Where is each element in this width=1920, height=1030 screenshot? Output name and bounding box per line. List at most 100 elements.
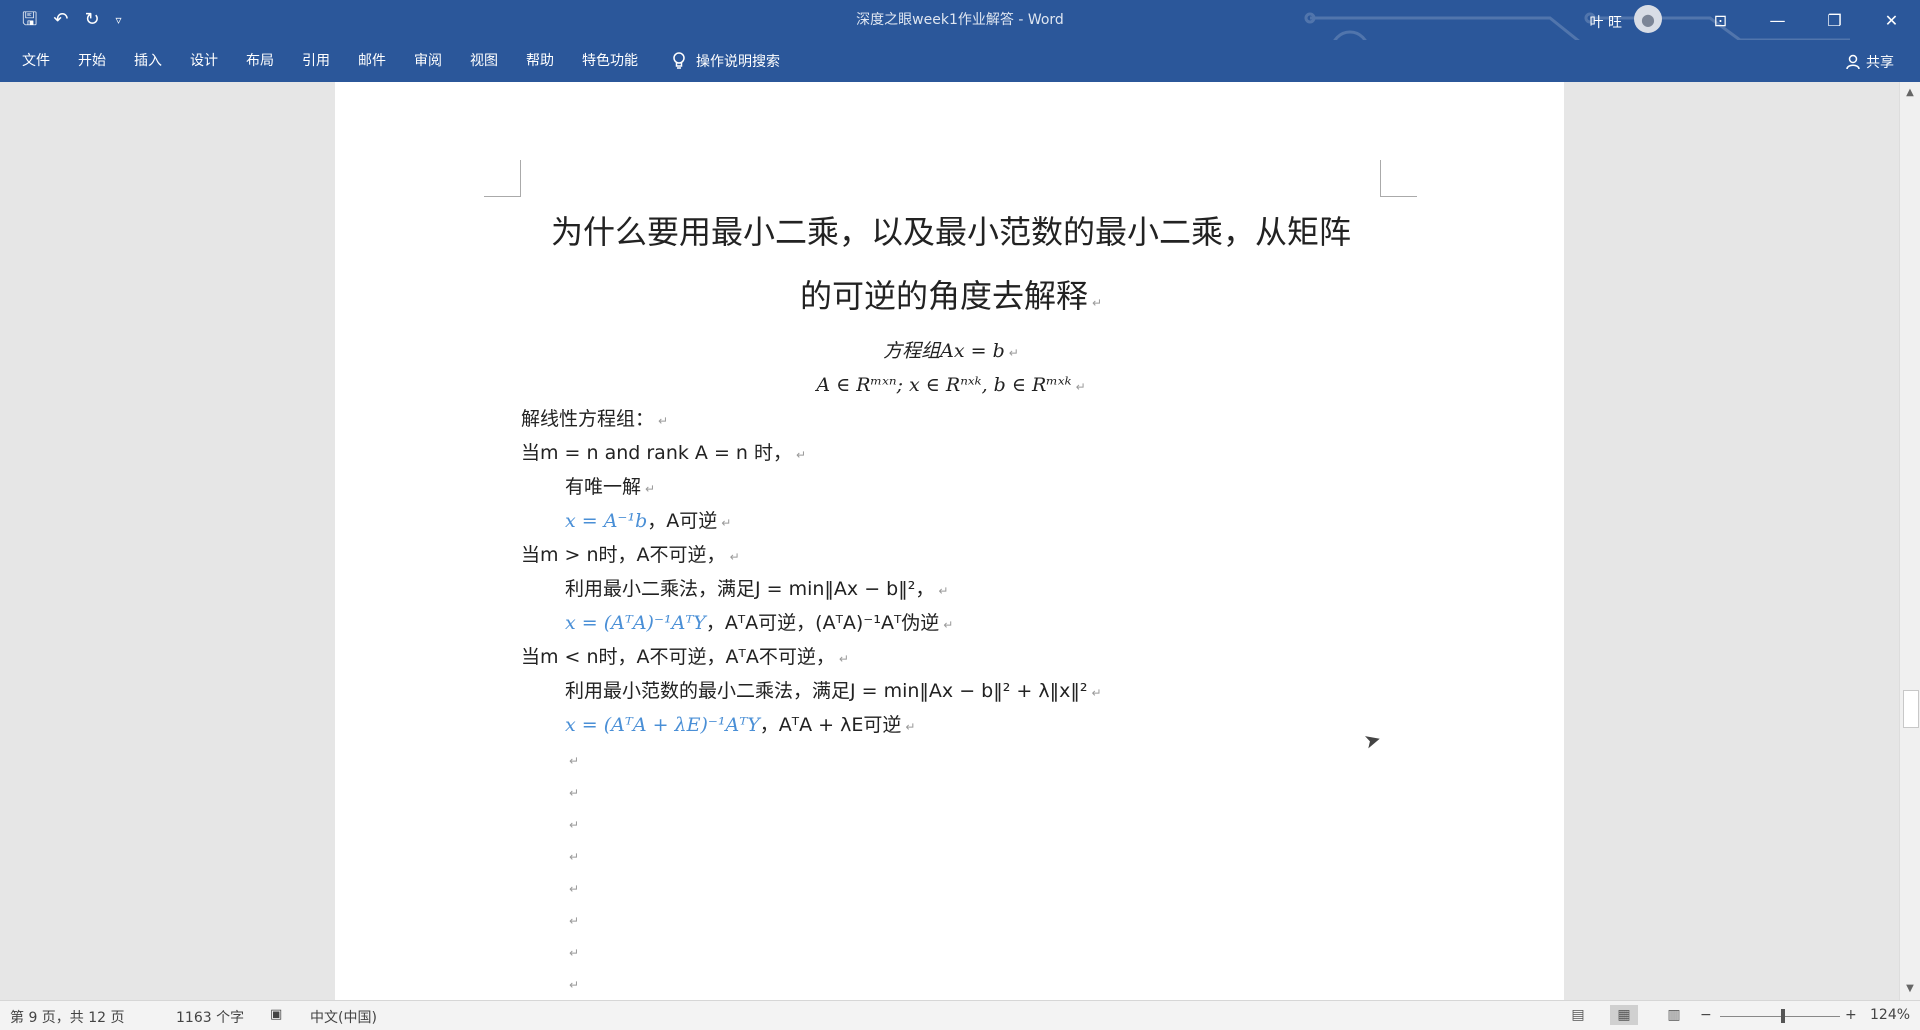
paragraph-text: ，AᵀA可逆，(AᵀA)⁻¹Aᵀ伪逆 (705, 612, 940, 634)
paragraph-unique-solution: 有唯一解 ↵ (521, 471, 1381, 505)
tell-me-label: 操作说明搜索 (696, 54, 780, 70)
document-canvas[interactable]: 为什么要用最小二乘，以及最小范数的最小二乘，从矩阵 的可逆的角度去解释 ↵ 方程组… (0, 82, 1900, 1000)
title-bar: 🖫 ↶ ↻ ▿ 深度之眼week1作业解答 - Word 叶 旺 ● ⊡ — ❐… (0, 0, 1920, 82)
tab-file[interactable]: 文件 (8, 40, 64, 82)
paragraph-text: ，AᵀA + λE可逆 (759, 714, 902, 736)
restore-icon[interactable]: ❐ (1806, 0, 1863, 40)
paragraph-mark: ↵ (569, 786, 580, 800)
paragraph-text: 解线性方程组： (521, 408, 655, 430)
tell-me-search[interactable]: 操作说明搜索 (672, 51, 780, 71)
paragraph-mark: ↵ (721, 516, 732, 530)
paragraph-mark: ↵ (1008, 346, 1019, 360)
margin-corner-top-right (1380, 160, 1417, 197)
heading-line-2: 的可逆的角度去解释 ↵ (521, 264, 1381, 335)
paragraph-text: 当m > n时，A不可逆， (521, 544, 726, 566)
formula-regularized: x = (AᵀA + λE)⁻¹AᵀY (565, 714, 760, 736)
formula-pseudo-inverse: x = (AᵀA)⁻¹AᵀY (565, 612, 706, 634)
tab-layout[interactable]: 布局 (232, 40, 288, 82)
margin-corner-top-left (484, 160, 521, 197)
paragraph-mark: ↵ (1075, 380, 1086, 394)
undo-icon[interactable]: ↶ (53, 8, 68, 32)
empty-paragraph: ↵ (521, 775, 1381, 807)
minimize-icon[interactable]: — (1749, 0, 1806, 40)
equation-1: 方程组Ax = b (883, 340, 1005, 362)
share-button[interactable]: 共享 (1846, 52, 1894, 72)
paragraph-mark: ↵ (569, 818, 580, 832)
tab-references[interactable]: 引用 (288, 40, 344, 82)
scrollbar-thumb[interactable] (1903, 690, 1919, 728)
zoom-slider[interactable] (1720, 1016, 1840, 1017)
paragraph-mark: ↵ (569, 978, 580, 992)
print-layout-icon[interactable]: ▦ (1610, 1005, 1638, 1025)
paragraph-text: 利用最小范数的最小二乘法，满足J = min‖Ax − b‖² + λ‖x‖² (565, 680, 1088, 702)
ribbon-display-options-icon[interactable]: ⊡ (1692, 0, 1749, 40)
paragraph-regularized: x = (AᵀA + λE)⁻¹AᵀY，AᵀA + λE可逆 ↵ (521, 709, 1381, 743)
paragraph-mark: ↵ (905, 720, 916, 734)
paragraph-case-greater: 当m > n时，A不可逆， ↵ (521, 539, 1381, 573)
paragraph-solve: 解线性方程组： ↵ (521, 403, 1381, 437)
paragraph-mark: ↵ (658, 414, 669, 428)
scroll-up-icon[interactable]: ▲ (1900, 84, 1920, 102)
read-mode-icon[interactable]: ▤ (1564, 1005, 1592, 1025)
empty-paragraph: ↵ (521, 743, 1381, 775)
document-page[interactable]: 为什么要用最小二乘，以及最小范数的最小二乘，从矩阵 的可逆的角度去解释 ↵ 方程组… (335, 82, 1564, 1000)
empty-paragraph: ↵ (521, 967, 1381, 999)
paragraph-mark: ↵ (796, 448, 807, 462)
empty-paragraph: ↵ (521, 935, 1381, 967)
tab-insert[interactable]: 插入 (120, 40, 176, 82)
paragraph-text: 利用最小二乘法，满足J = min‖Ax − b‖²， (565, 578, 935, 600)
paragraph-inverse-solution: x = A⁻¹b，A可逆 ↵ (521, 505, 1381, 539)
status-bar: 第 9 页，共 12 页 1163 个字 ▣ 中文(中国) ▤ ▦ ▥ − + … (0, 1000, 1920, 1030)
zoom-level[interactable]: 124% (1870, 1007, 1910, 1023)
document-body[interactable]: 为什么要用最小二乘，以及最小范数的最小二乘，从矩阵 的可逆的角度去解释 ↵ 方程组… (521, 200, 1381, 999)
tab-review[interactable]: 审阅 (400, 40, 456, 82)
person-icon (1846, 54, 1860, 70)
close-icon[interactable]: ✕ (1863, 0, 1920, 40)
paragraph-text: ，A可逆 (647, 510, 718, 532)
word-count[interactable]: 1163 个字 (176, 1007, 244, 1027)
proofing-icon[interactable]: ▣ (270, 1007, 282, 1022)
tab-mailings[interactable]: 邮件 (344, 40, 400, 82)
paragraph-mark: ↵ (938, 584, 949, 598)
web-layout-icon[interactable]: ▥ (1660, 1005, 1688, 1025)
paragraph-mark: ↵ (838, 652, 849, 666)
share-label: 共享 (1866, 55, 1894, 71)
paragraph-mark: ↵ (943, 618, 954, 632)
paragraph-mark: ↵ (1091, 686, 1102, 700)
vertical-scrollbar[interactable]: ▲ ▼ (1899, 82, 1920, 1000)
zoom-out-button[interactable]: − (1700, 1007, 1712, 1023)
paragraph-mark: ↵ (569, 914, 580, 928)
scroll-down-icon[interactable]: ▼ (1900, 980, 1920, 998)
tab-special-features[interactable]: 特色功能 (568, 40, 652, 82)
zoom-in-button[interactable]: + (1845, 1007, 1857, 1023)
paragraph-mark: ↵ (645, 482, 656, 496)
customize-qat-icon[interactable]: ▿ (116, 8, 122, 32)
ribbon-tabs: 文件 开始 插入 设计 布局 引用 邮件 审阅 视图 帮助 特色功能 操作说明搜… (0, 40, 1920, 82)
page-count[interactable]: 第 9 页，共 12 页 (10, 1007, 125, 1027)
heading-line-1: 为什么要用最小二乘，以及最小范数的最小二乘，从矩阵 (550, 213, 1351, 251)
empty-paragraph: ↵ (521, 807, 1381, 839)
save-icon[interactable]: 🖫 (22, 8, 37, 32)
equation-domains: A ∈ Rᵐˣⁿ; x ∈ Rⁿˣᵏ, b ∈ Rᵐˣᵏ ↵ (521, 369, 1381, 403)
paragraph-mark: ↵ (569, 946, 580, 960)
equation-system: 方程组Ax = b ↵ (521, 335, 1381, 369)
tab-home[interactable]: 开始 (64, 40, 120, 82)
paragraph-min-norm: 利用最小范数的最小二乘法，满足J = min‖Ax − b‖² + λ‖x‖² ↵ (521, 675, 1381, 709)
paragraph-mark: ↵ (1091, 296, 1103, 310)
paragraph-text: 有唯一解 (565, 476, 642, 498)
language[interactable]: 中文(中国) (310, 1007, 377, 1027)
user-account[interactable]: 叶 旺 ● (1590, 5, 1662, 33)
paragraph-text: 当m < n时，A不可逆，AᵀA不可逆， (521, 646, 835, 668)
zoom-slider-thumb[interactable] (1781, 1009, 1785, 1023)
redo-icon[interactable]: ↻ (84, 8, 99, 32)
empty-paragraph: ↵ (521, 839, 1381, 871)
tab-design[interactable]: 设计 (176, 40, 232, 82)
heading-line-2-text: 的可逆的角度去解释 (799, 277, 1088, 315)
paragraph-mark: ↵ (729, 550, 740, 564)
tab-help[interactable]: 帮助 (512, 40, 568, 82)
window-controls: ⊡ — ❐ ✕ (1692, 0, 1920, 40)
avatar-icon[interactable]: ● (1634, 5, 1662, 33)
empty-paragraph: ↵ (521, 903, 1381, 935)
tab-view[interactable]: 视图 (456, 40, 512, 82)
equation-2: A ∈ Rᵐˣⁿ; x ∈ Rⁿˣᵏ, b ∈ Rᵐˣᵏ (816, 374, 1072, 396)
